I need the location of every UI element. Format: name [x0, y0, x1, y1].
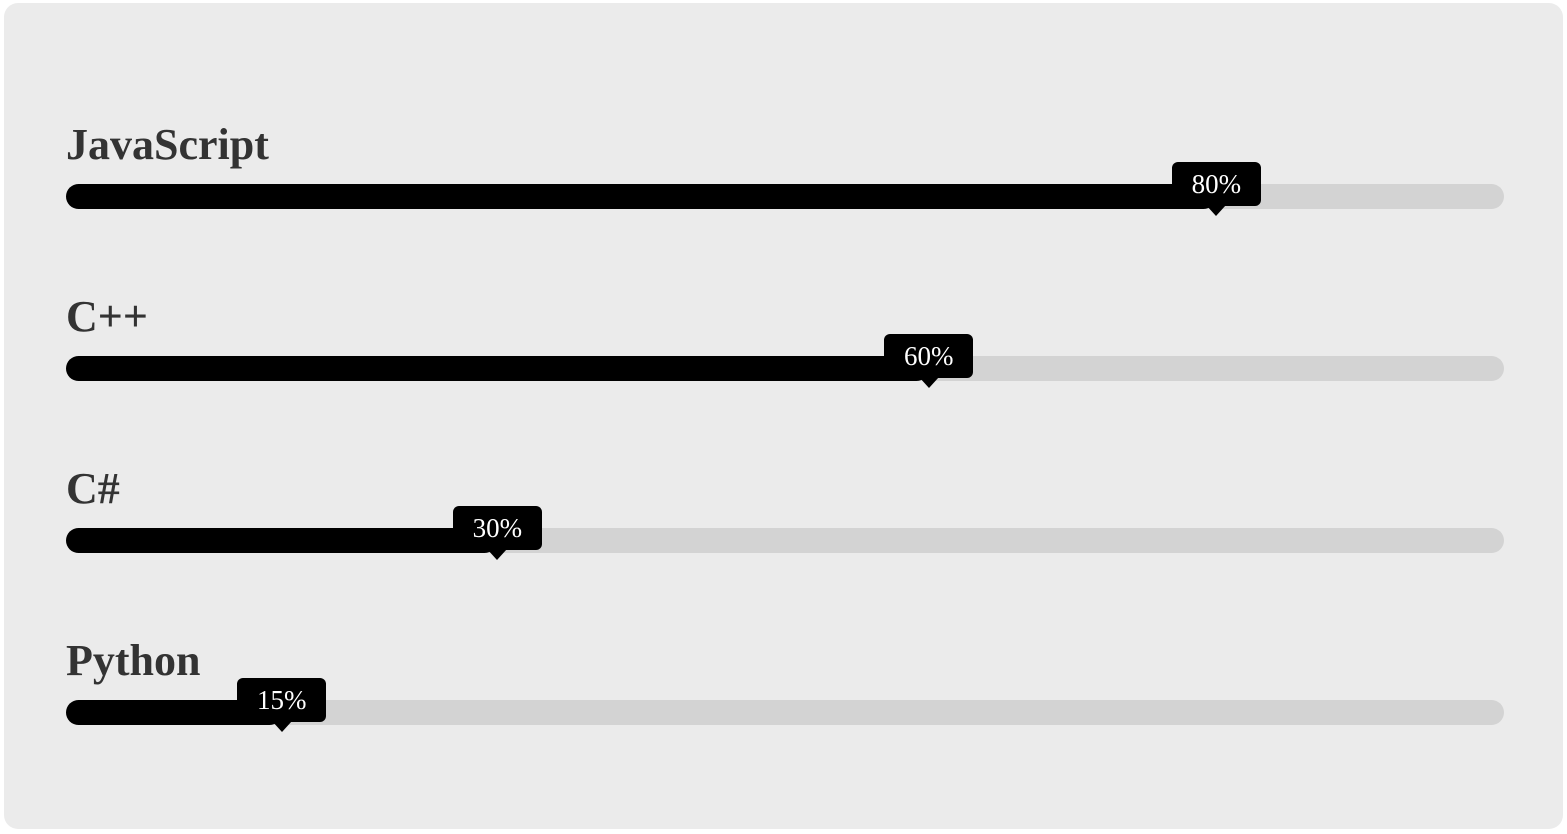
progress-fill — [66, 528, 498, 553]
skills-card: JavaScript 80% C++ 60% C# 30% Python 15% — [4, 3, 1563, 829]
progress-fill — [66, 356, 929, 381]
skill-csharp: C# 30% — [66, 463, 1504, 583]
progress-fill — [66, 184, 1217, 209]
skill-name: JavaScript — [66, 120, 269, 169]
percent-tooltip: 80% — [1171, 162, 1261, 216]
skill-python: Python 15% — [66, 635, 1504, 755]
skill-name: C# — [66, 464, 120, 513]
percent-tooltip: 60% — [884, 334, 974, 388]
percent-tooltip: 15% — [237, 678, 327, 732]
percent-tooltip: 30% — [452, 506, 542, 560]
skill-name: Python — [66, 636, 201, 685]
progress-track: 60% — [66, 334, 1504, 388]
progress-track: 30% — [66, 506, 1504, 560]
skill-javascript: JavaScript 80% — [66, 119, 1504, 239]
progress-track: 15% — [66, 678, 1504, 732]
progress-track: 80% — [66, 162, 1504, 216]
skill-cpp: C++ 60% — [66, 291, 1504, 411]
skill-name: C++ — [66, 292, 148, 341]
